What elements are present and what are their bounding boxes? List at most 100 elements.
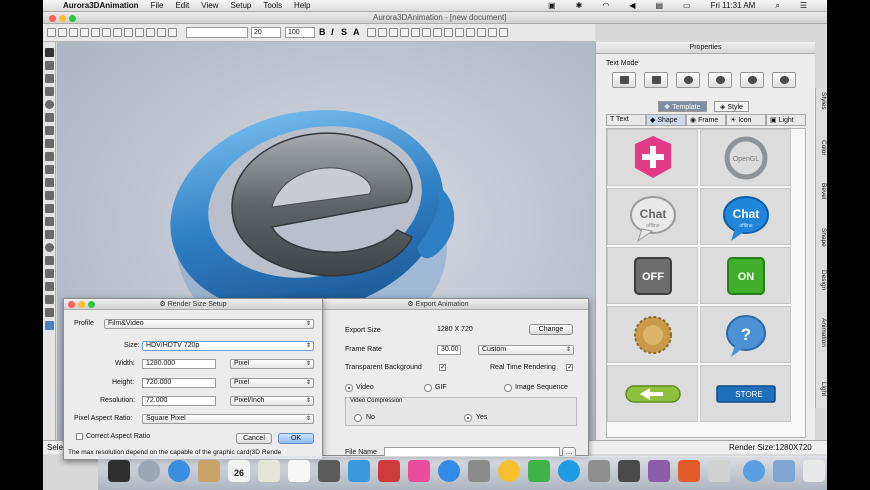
align-center-icon[interactable] [378, 28, 387, 37]
resolution-unit-select[interactable]: Pixel/Inch ⇕ [230, 396, 314, 406]
cancel-button[interactable]: Cancel [236, 433, 272, 444]
template-thumb-plus[interactable] [607, 129, 698, 186]
select-tool-icon[interactable] [45, 48, 54, 57]
torus-tool-icon[interactable] [45, 269, 54, 278]
tab-frame[interactable]: ◉ Frame [686, 114, 726, 126]
text-box-tool-icon[interactable] [45, 178, 54, 187]
safari-icon[interactable] [168, 460, 190, 482]
template-thumb-off[interactable]: OFF [607, 247, 698, 304]
close-window-button[interactable] [49, 15, 56, 22]
reminders-icon[interactable] [288, 460, 310, 482]
dropbox-icon[interactable]: ▣ [548, 1, 556, 11]
real-time-checkbox[interactable]: ✓ [566, 364, 573, 371]
notes-icon[interactable] [258, 460, 280, 482]
facetime-icon[interactable] [348, 460, 370, 482]
gif-radio[interactable] [424, 384, 432, 392]
line-spacing-icon[interactable] [400, 28, 409, 37]
document-icon[interactable] [803, 460, 825, 482]
template-thumb-on[interactable]: ON [700, 247, 791, 304]
volume-icon[interactable]: ◀ [629, 1, 635, 11]
height-unit-select[interactable]: Pixel ⇕ [230, 378, 314, 388]
launchpad-icon[interactable] [138, 460, 160, 482]
pen-tool-icon[interactable] [45, 139, 54, 148]
font-size-field[interactable]: 20 [251, 27, 281, 38]
template-thumb-seal[interactable] [607, 306, 698, 363]
render-dialog-zoom-button[interactable] [88, 301, 95, 308]
text-down-icon[interactable] [433, 28, 442, 37]
new-icon[interactable] [47, 28, 56, 37]
text-case-icon[interactable] [488, 28, 497, 37]
italic-button[interactable]: I [331, 27, 334, 37]
profile-select[interactable]: Film&Video ⇕ [104, 319, 314, 329]
line-tool-icon[interactable] [45, 152, 54, 161]
calendar-icon[interactable]: 26 [228, 460, 250, 482]
aurora-icon[interactable] [708, 460, 730, 482]
finder-icon[interactable] [108, 460, 130, 482]
bluetooth-icon[interactable]: ✱ [576, 1, 583, 11]
frame-rate-field[interactable]: 30.00 [437, 345, 461, 355]
stroke-button[interactable]: A [353, 27, 360, 37]
cone-tool-icon[interactable] [45, 256, 54, 265]
letter-spacing-icon[interactable] [411, 28, 420, 37]
template-thumb-opengl[interactable]: OpenGL [700, 129, 791, 186]
template-thumb-question[interactable]: ? [700, 306, 791, 363]
align-right-icon[interactable] [389, 28, 398, 37]
menu-setup[interactable]: Setup [230, 1, 251, 10]
delete-icon[interactable] [135, 28, 144, 37]
side-tab-styles[interactable]: Styles [817, 92, 827, 110]
contacts-icon[interactable] [198, 460, 220, 482]
itunes-icon[interactable] [408, 460, 430, 482]
star-tool-icon[interactable] [45, 113, 54, 122]
side-tab-color[interactable]: Color [817, 140, 827, 156]
template-thumb-chat-blue[interactable]: Chat offline [700, 188, 791, 245]
export-icon[interactable] [80, 28, 89, 37]
rectangle-tool-icon[interactable] [45, 74, 54, 83]
template-thumb-store[interactable]: STORE [700, 365, 791, 422]
paste-icon[interactable] [124, 28, 133, 37]
side-tab-light[interactable]: Light [817, 382, 827, 396]
text-vertical-icon[interactable] [455, 28, 464, 37]
save-icon[interactable] [69, 28, 78, 37]
zoom-window-button[interactable] [69, 15, 76, 22]
text-path-icon[interactable] [466, 28, 475, 37]
template-thumb-arrow[interactable] [607, 365, 698, 422]
clear-icon[interactable] [168, 28, 177, 37]
photo-booth-icon[interactable] [378, 460, 400, 482]
text-wrap-icon[interactable] [444, 28, 453, 37]
sphere-tool-icon[interactable] [45, 243, 54, 252]
template-thumb-chat-gray[interactable]: Chat offline [607, 188, 698, 245]
menu-help[interactable]: Help [294, 1, 310, 10]
rotate-tool-icon[interactable] [45, 295, 54, 304]
image-tool-icon[interactable] [45, 308, 54, 317]
shadow-button[interactable]: S [341, 27, 347, 37]
change-size-button[interactable]: Change [529, 324, 573, 335]
menu-clock[interactable]: Fri 11:31 AM [711, 1, 756, 11]
video-radio[interactable] [345, 384, 353, 392]
spotlight-icon[interactable]: ⌕ [775, 1, 779, 11]
side-tab-shape[interactable]: Shape [817, 228, 827, 247]
compression-yes-radio[interactable] [464, 414, 472, 422]
pyramid-tool-icon[interactable] [45, 282, 54, 291]
correct-aspect-checkbox[interactable] [76, 433, 83, 440]
terminal-icon[interactable] [618, 460, 640, 482]
resolution-field[interactable]: 72.000 [142, 396, 216, 406]
photoshop-icon[interactable] [648, 460, 670, 482]
battery-icon[interactable]: ▭ [683, 1, 691, 11]
copy-icon[interactable] [113, 28, 122, 37]
text-tool-icon[interactable] [45, 61, 54, 70]
skype-icon[interactable] [558, 460, 580, 482]
bold-button[interactable]: B [319, 27, 326, 37]
menu-view[interactable]: View [201, 1, 218, 10]
rounded-rect-tool-icon[interactable] [45, 87, 54, 96]
print-icon[interactable] [91, 28, 100, 37]
qt-icon[interactable] [528, 460, 550, 482]
notification-icon[interactable]: ☰ [800, 1, 807, 11]
polygon-tool-icon[interactable] [45, 126, 54, 135]
shape-tool-icon[interactable] [45, 204, 54, 213]
text-up-icon[interactable] [422, 28, 431, 37]
curve-tool-icon[interactable] [45, 191, 54, 200]
flag-icon[interactable]: ▤ [655, 1, 663, 11]
render-dialog-minimize-button[interactable] [78, 301, 85, 308]
text-grid-icon[interactable] [499, 28, 508, 37]
menu-app-name[interactable]: Aurora3DAnimation [63, 1, 139, 10]
